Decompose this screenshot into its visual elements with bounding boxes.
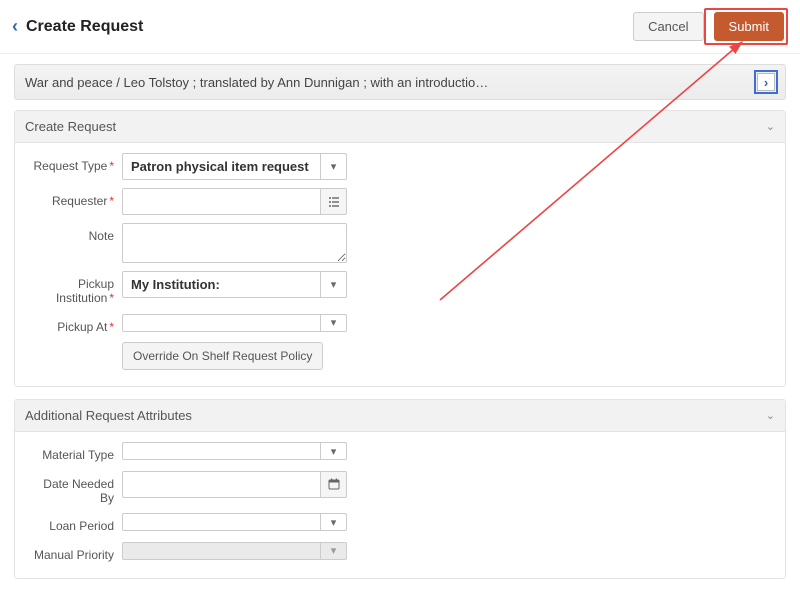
item-title: War and peace / Leo Tolstoy ; translated…	[25, 75, 757, 90]
pickup-institution-select[interactable]: My Institution: ▾	[122, 271, 347, 298]
manual-priority-value	[122, 542, 321, 560]
material-type-value	[122, 442, 321, 460]
request-type-label: Request Type*	[27, 153, 122, 173]
date-needed-by-input-group	[122, 471, 347, 498]
manual-priority-select: ▾	[122, 542, 347, 560]
chevron-down-icon[interactable]: ⌄	[766, 120, 775, 133]
loan-period-select[interactable]: ▾	[122, 513, 347, 531]
request-type-select[interactable]: Patron physical item request ▾	[122, 153, 347, 180]
additional-attributes-panel: Additional Request Attributes ⌄ Material…	[14, 399, 786, 579]
requester-input-group	[122, 188, 347, 215]
date-needed-by-label: Date Needed By	[27, 471, 122, 506]
page-header: ‹ Create Request Cancel Submit	[0, 0, 800, 54]
dropdown-caret-icon[interactable]: ▾	[321, 442, 347, 460]
date-needed-by-input[interactable]	[122, 471, 321, 498]
pickup-institution-value: My Institution:	[122, 271, 321, 298]
create-request-panel-header[interactable]: Create Request ⌄	[15, 111, 785, 143]
note-label: Note	[27, 223, 122, 243]
note-textarea[interactable]	[122, 223, 347, 263]
chevron-right-icon: ›	[764, 75, 768, 90]
dropdown-caret-icon[interactable]: ▾	[321, 271, 347, 298]
loan-period-value	[122, 513, 321, 531]
calendar-icon[interactable]	[321, 471, 347, 498]
material-type-select[interactable]: ▾	[122, 442, 347, 460]
panel-title: Create Request	[25, 119, 766, 134]
requester-input[interactable]	[122, 188, 321, 215]
override-shelf-policy-button[interactable]: Override On Shelf Request Policy	[122, 342, 323, 370]
submit-button[interactable]: Submit	[714, 12, 784, 41]
pickup-institution-label: Pickup Institution*	[27, 271, 122, 306]
back-arrow-icon[interactable]: ‹	[12, 16, 18, 37]
item-bar: War and peace / Leo Tolstoy ; translated…	[14, 64, 786, 100]
page-title: Create Request	[26, 18, 627, 36]
pickup-at-value	[122, 314, 321, 332]
requester-label: Requester*	[27, 188, 122, 208]
material-type-label: Material Type	[27, 442, 122, 462]
create-request-panel: Create Request ⌄ Request Type* Patron ph…	[14, 110, 786, 387]
pickup-at-label: Pickup At*	[27, 314, 122, 334]
submit-highlight-box: Submit	[704, 8, 788, 45]
cancel-button[interactable]: Cancel	[633, 12, 703, 41]
chevron-down-icon[interactable]: ⌄	[766, 409, 775, 422]
expand-item-button[interactable]: ›	[757, 73, 775, 91]
dropdown-caret-icon[interactable]: ▾	[321, 314, 347, 332]
dropdown-caret-icon[interactable]: ▾	[321, 153, 347, 180]
manual-priority-label: Manual Priority	[27, 542, 122, 562]
panel-title: Additional Request Attributes	[25, 408, 766, 423]
dropdown-caret-icon[interactable]: ▾	[321, 513, 347, 531]
loan-period-label: Loan Period	[27, 513, 122, 533]
request-type-value: Patron physical item request	[122, 153, 321, 180]
lookup-list-icon[interactable]	[321, 188, 347, 215]
dropdown-caret-icon: ▾	[321, 542, 347, 560]
additional-attributes-panel-header[interactable]: Additional Request Attributes ⌄	[15, 400, 785, 432]
pickup-at-select[interactable]: ▾	[122, 314, 347, 332]
